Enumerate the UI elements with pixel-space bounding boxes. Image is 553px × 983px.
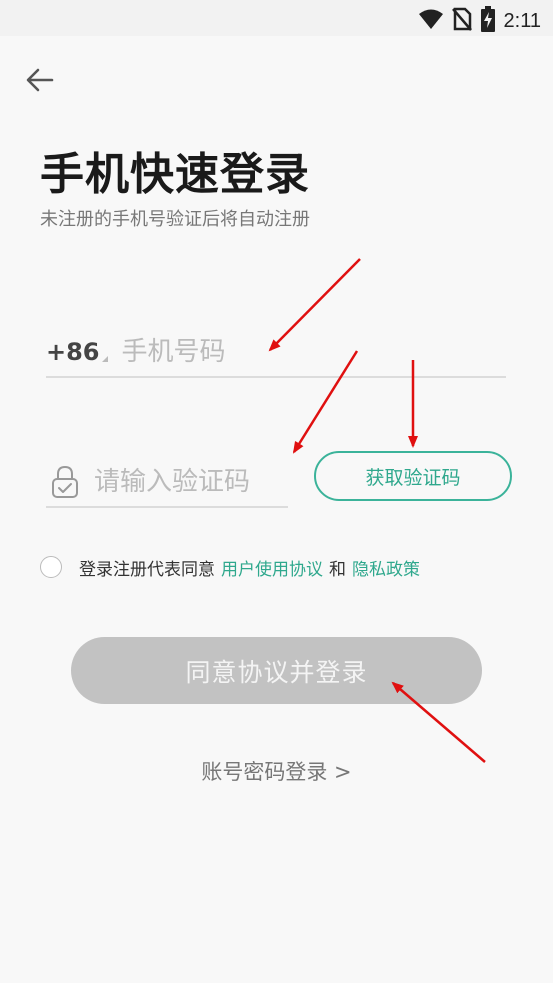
no-sim-icon [451,7,472,35]
country-code-selector[interactable]: +86 [46,338,100,366]
lock-icon [50,465,80,499]
agree-and-login-button[interactable]: 同意协议并登录 [71,637,482,704]
account-password-login-link[interactable]: 账号密码登录 > [0,756,553,786]
status-time: 2:11 [503,9,541,32]
wifi-icon [418,8,444,34]
page-subtitle: 未注册的手机号验证后将自动注册 [40,209,310,230]
terms-link[interactable]: 用户使用协议 [221,555,323,580]
phone-input[interactable] [119,336,484,368]
agreement-row: 登录注册代表同意 用户使用协议 和 隐私政策 [40,554,420,580]
country-code-caret-icon[interactable] [101,356,108,362]
status-bar: 2:11 [0,0,553,36]
agreement-and: 和 [329,559,346,580]
arrow-left-icon [26,68,54,96]
page-title: 手机快速登录 [40,149,310,200]
status-icons: 2:11 [418,6,541,36]
back-button[interactable] [24,66,56,98]
get-code-button[interactable]: 获取验证码 [314,451,512,501]
verification-code-row [46,458,288,508]
privacy-link[interactable]: 隐私政策 [352,555,420,580]
phone-field-row: +86 [46,328,506,378]
verification-code-input[interactable] [92,466,286,498]
agreement-checkbox[interactable] [40,556,62,578]
agreement-prefix: 登录注册代表同意 [79,559,215,580]
battery-charging-icon [480,6,496,36]
